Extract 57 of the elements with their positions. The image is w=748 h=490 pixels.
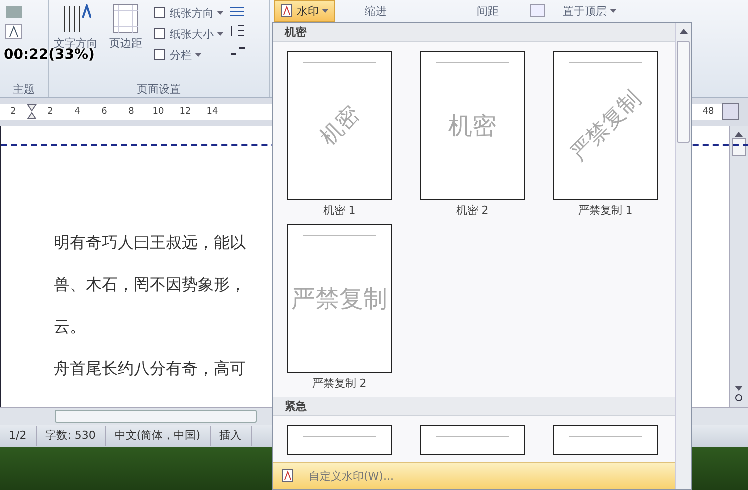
- recording-timer: 00:22(33%): [4, 47, 95, 63]
- caret-icon: [195, 52, 202, 58]
- watermark-preview-text: 机密: [314, 100, 366, 152]
- watermark-preview-text: 严禁复制: [292, 284, 388, 314]
- ruler-number: 2: [10, 107, 18, 117]
- ruler-number: 10: [152, 107, 166, 117]
- custom-watermark-item[interactable]: 自定义水印(W)...: [273, 462, 675, 489]
- section-header: 紧急: [273, 397, 675, 416]
- status-item[interactable]: 字数: 530: [36, 426, 106, 446]
- section-header: 机密: [273, 23, 675, 42]
- bring-forward-button[interactable]: 置于顶层: [563, 4, 607, 18]
- watermark-icon: [281, 469, 295, 483]
- margins-icon: [111, 4, 141, 34]
- scrollbar-thumb[interactable]: [677, 41, 690, 143]
- watermark-button[interactable]: 水印: [274, 0, 335, 22]
- scroll-down-icon: [734, 385, 744, 393]
- spacing-label: 间距: [477, 4, 499, 18]
- status-item[interactable]: 1/2: [0, 426, 37, 446]
- thumbnail-label: 机密 1: [323, 203, 356, 218]
- thumbnail-label: 严禁复制 2: [312, 376, 367, 391]
- group-label: 页面设置: [136, 82, 182, 97]
- thumbnail-label: 机密 2: [456, 203, 489, 218]
- caret-icon: [217, 10, 224, 16]
- browse-object-icon: [734, 393, 744, 403]
- paragraph-text: 云。: [54, 318, 87, 336]
- ribbon-small-button[interactable]: 纸张大小: [153, 25, 224, 43]
- caret-icon: [217, 32, 224, 36]
- ruler-number: 4: [74, 107, 82, 117]
- group-label: 主题: [12, 82, 36, 97]
- watermark-thumbnail[interactable]: [287, 425, 392, 455]
- paragraph-text: 兽、木石，罔不因势象形，: [54, 276, 247, 294]
- indent-label: 缩进: [365, 4, 387, 18]
- ruler-number: 8: [128, 107, 136, 117]
- watermark-icon: [280, 4, 294, 18]
- indent-marker-icon: [27, 104, 37, 120]
- ribbon-small-button[interactable]: 分栏: [153, 46, 224, 64]
- ruler-number: 2: [46, 107, 54, 117]
- thumbnail-label: 严禁复制 1: [578, 203, 633, 218]
- paragraph-text: 舟首尾长约八分有奇，高可: [54, 360, 247, 378]
- scroll-up-icon: [678, 27, 688, 35]
- status-item[interactable]: 插入: [210, 426, 252, 446]
- ruler-number: 12: [178, 107, 192, 117]
- caret-icon: [610, 8, 617, 14]
- watermark-thumbnail[interactable]: [553, 425, 658, 455]
- scrollbar-thumb[interactable]: [732, 138, 746, 156]
- ruler-number: 6: [100, 107, 108, 117]
- ruler-number: 48: [702, 107, 716, 117]
- status-item[interactable]: 中文(简体，中国): [106, 426, 210, 446]
- scrollbar-thumb[interactable]: [55, 410, 257, 423]
- watermark-thumbnail[interactable]: [420, 425, 525, 455]
- watermark-preview-text: 机密: [448, 110, 496, 142]
- ribbon-large-button[interactable]: 页边距: [103, 4, 149, 51]
- paragraph-text: 明有奇巧人曰王叔远，能以: [54, 234, 247, 252]
- watermark-preview-text: 严禁复制: [564, 84, 647, 168]
- caret-icon: [322, 8, 329, 14]
- ribbon-small-button[interactable]: 纸张方向: [153, 4, 224, 22]
- ruler-number: 14: [206, 107, 220, 117]
